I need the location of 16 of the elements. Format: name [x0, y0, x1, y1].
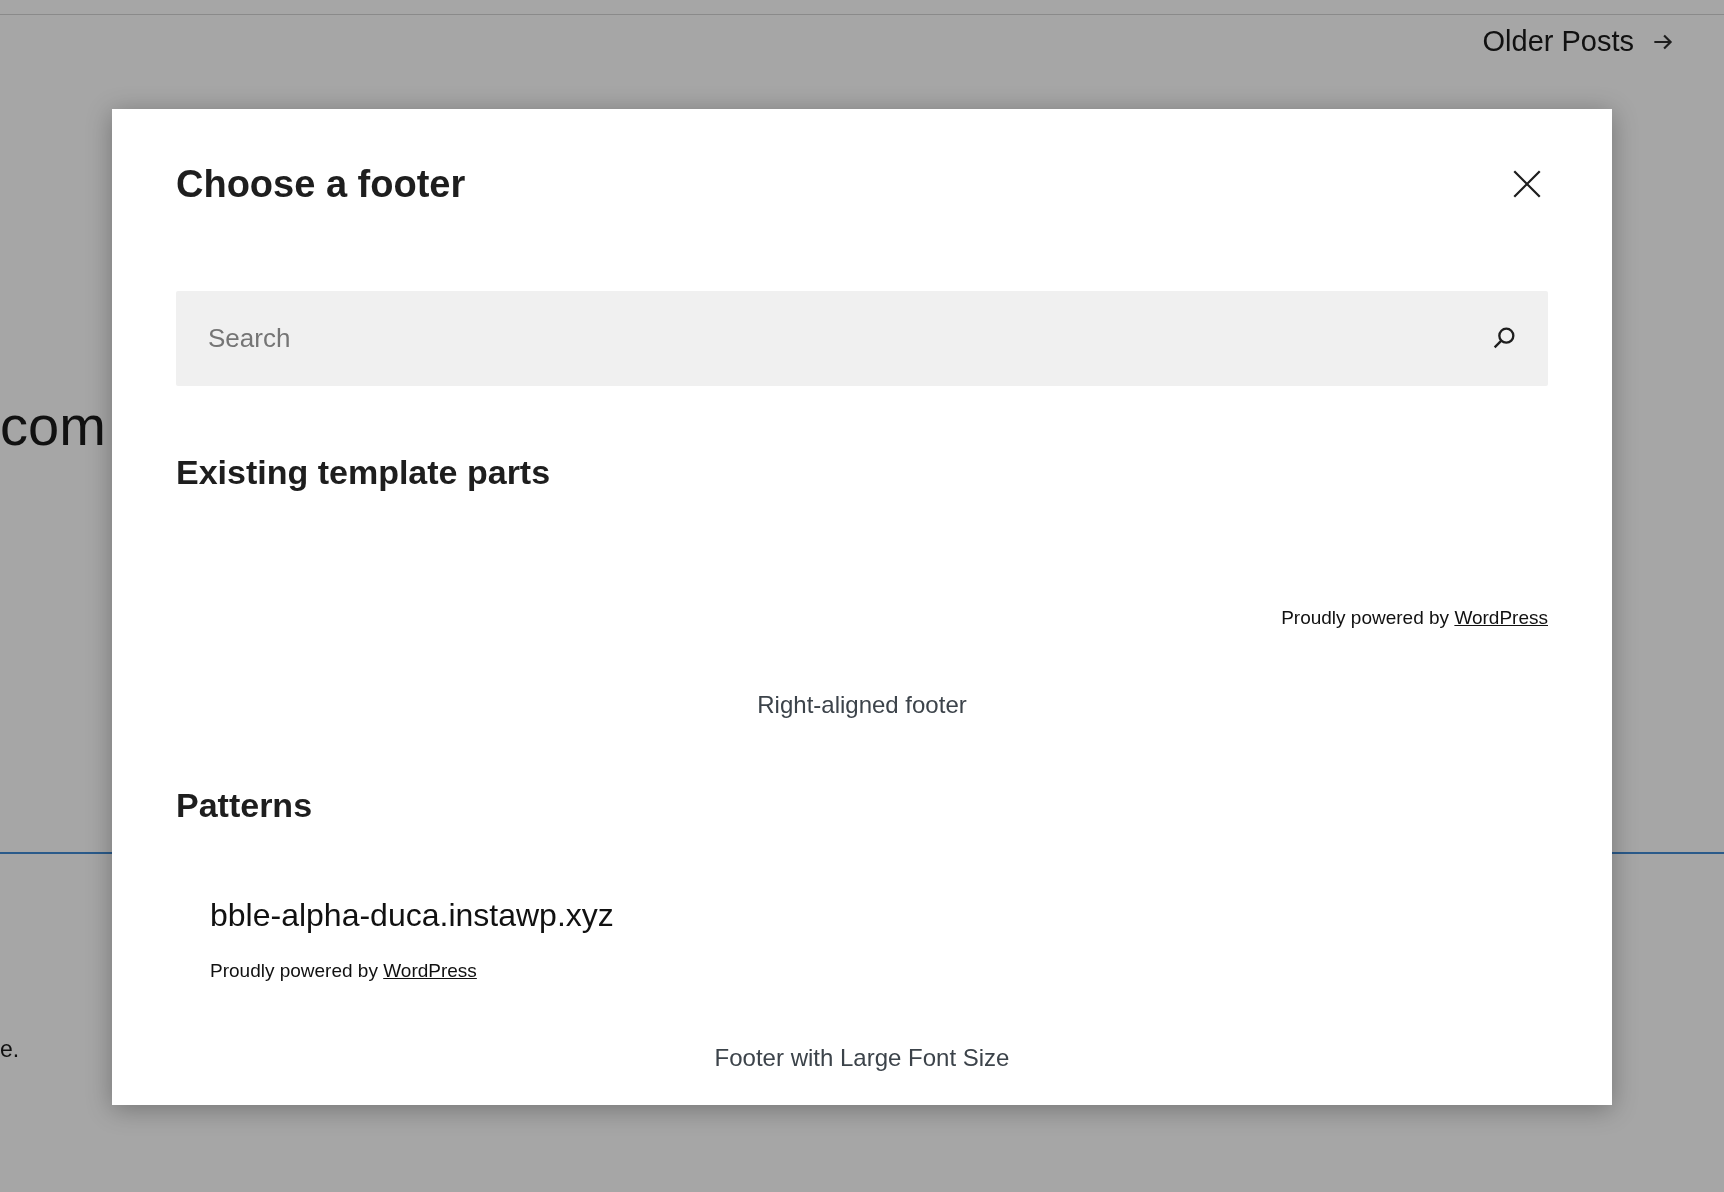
section-heading: Existing template parts [176, 454, 552, 492]
modal-title: Choose a footer [176, 162, 466, 206]
body-text: e. [0, 1036, 21, 1063]
footer-preview[interactable]: Proudly powered by WordPress [176, 491, 1548, 630]
search-field[interactable]: Search [176, 291, 1548, 386]
wordpress-link[interactable]: WordPress [383, 959, 477, 981]
wordpress-link[interactable]: WordPress [1454, 607, 1548, 629]
heading-text: com [0, 398, 107, 454]
pattern-label: Footer with Large Font Size [713, 1043, 1011, 1072]
credit-text: Proudly powered by WordPress [210, 959, 477, 982]
site-title: bble-alpha-duca.instawp.xyz [210, 896, 614, 934]
footer-preview[interactable]: bble-alpha-duca.instawp.xyz Proudly powered by WordPress [176, 824, 1548, 982]
older-posts-link[interactable]: Older Posts [1482, 25, 1676, 58]
section-heading: Patterns [176, 787, 314, 825]
pattern-label: Right-aligned footer [756, 691, 968, 720]
credit-text: Proudly powered by WordPress [1281, 607, 1548, 630]
